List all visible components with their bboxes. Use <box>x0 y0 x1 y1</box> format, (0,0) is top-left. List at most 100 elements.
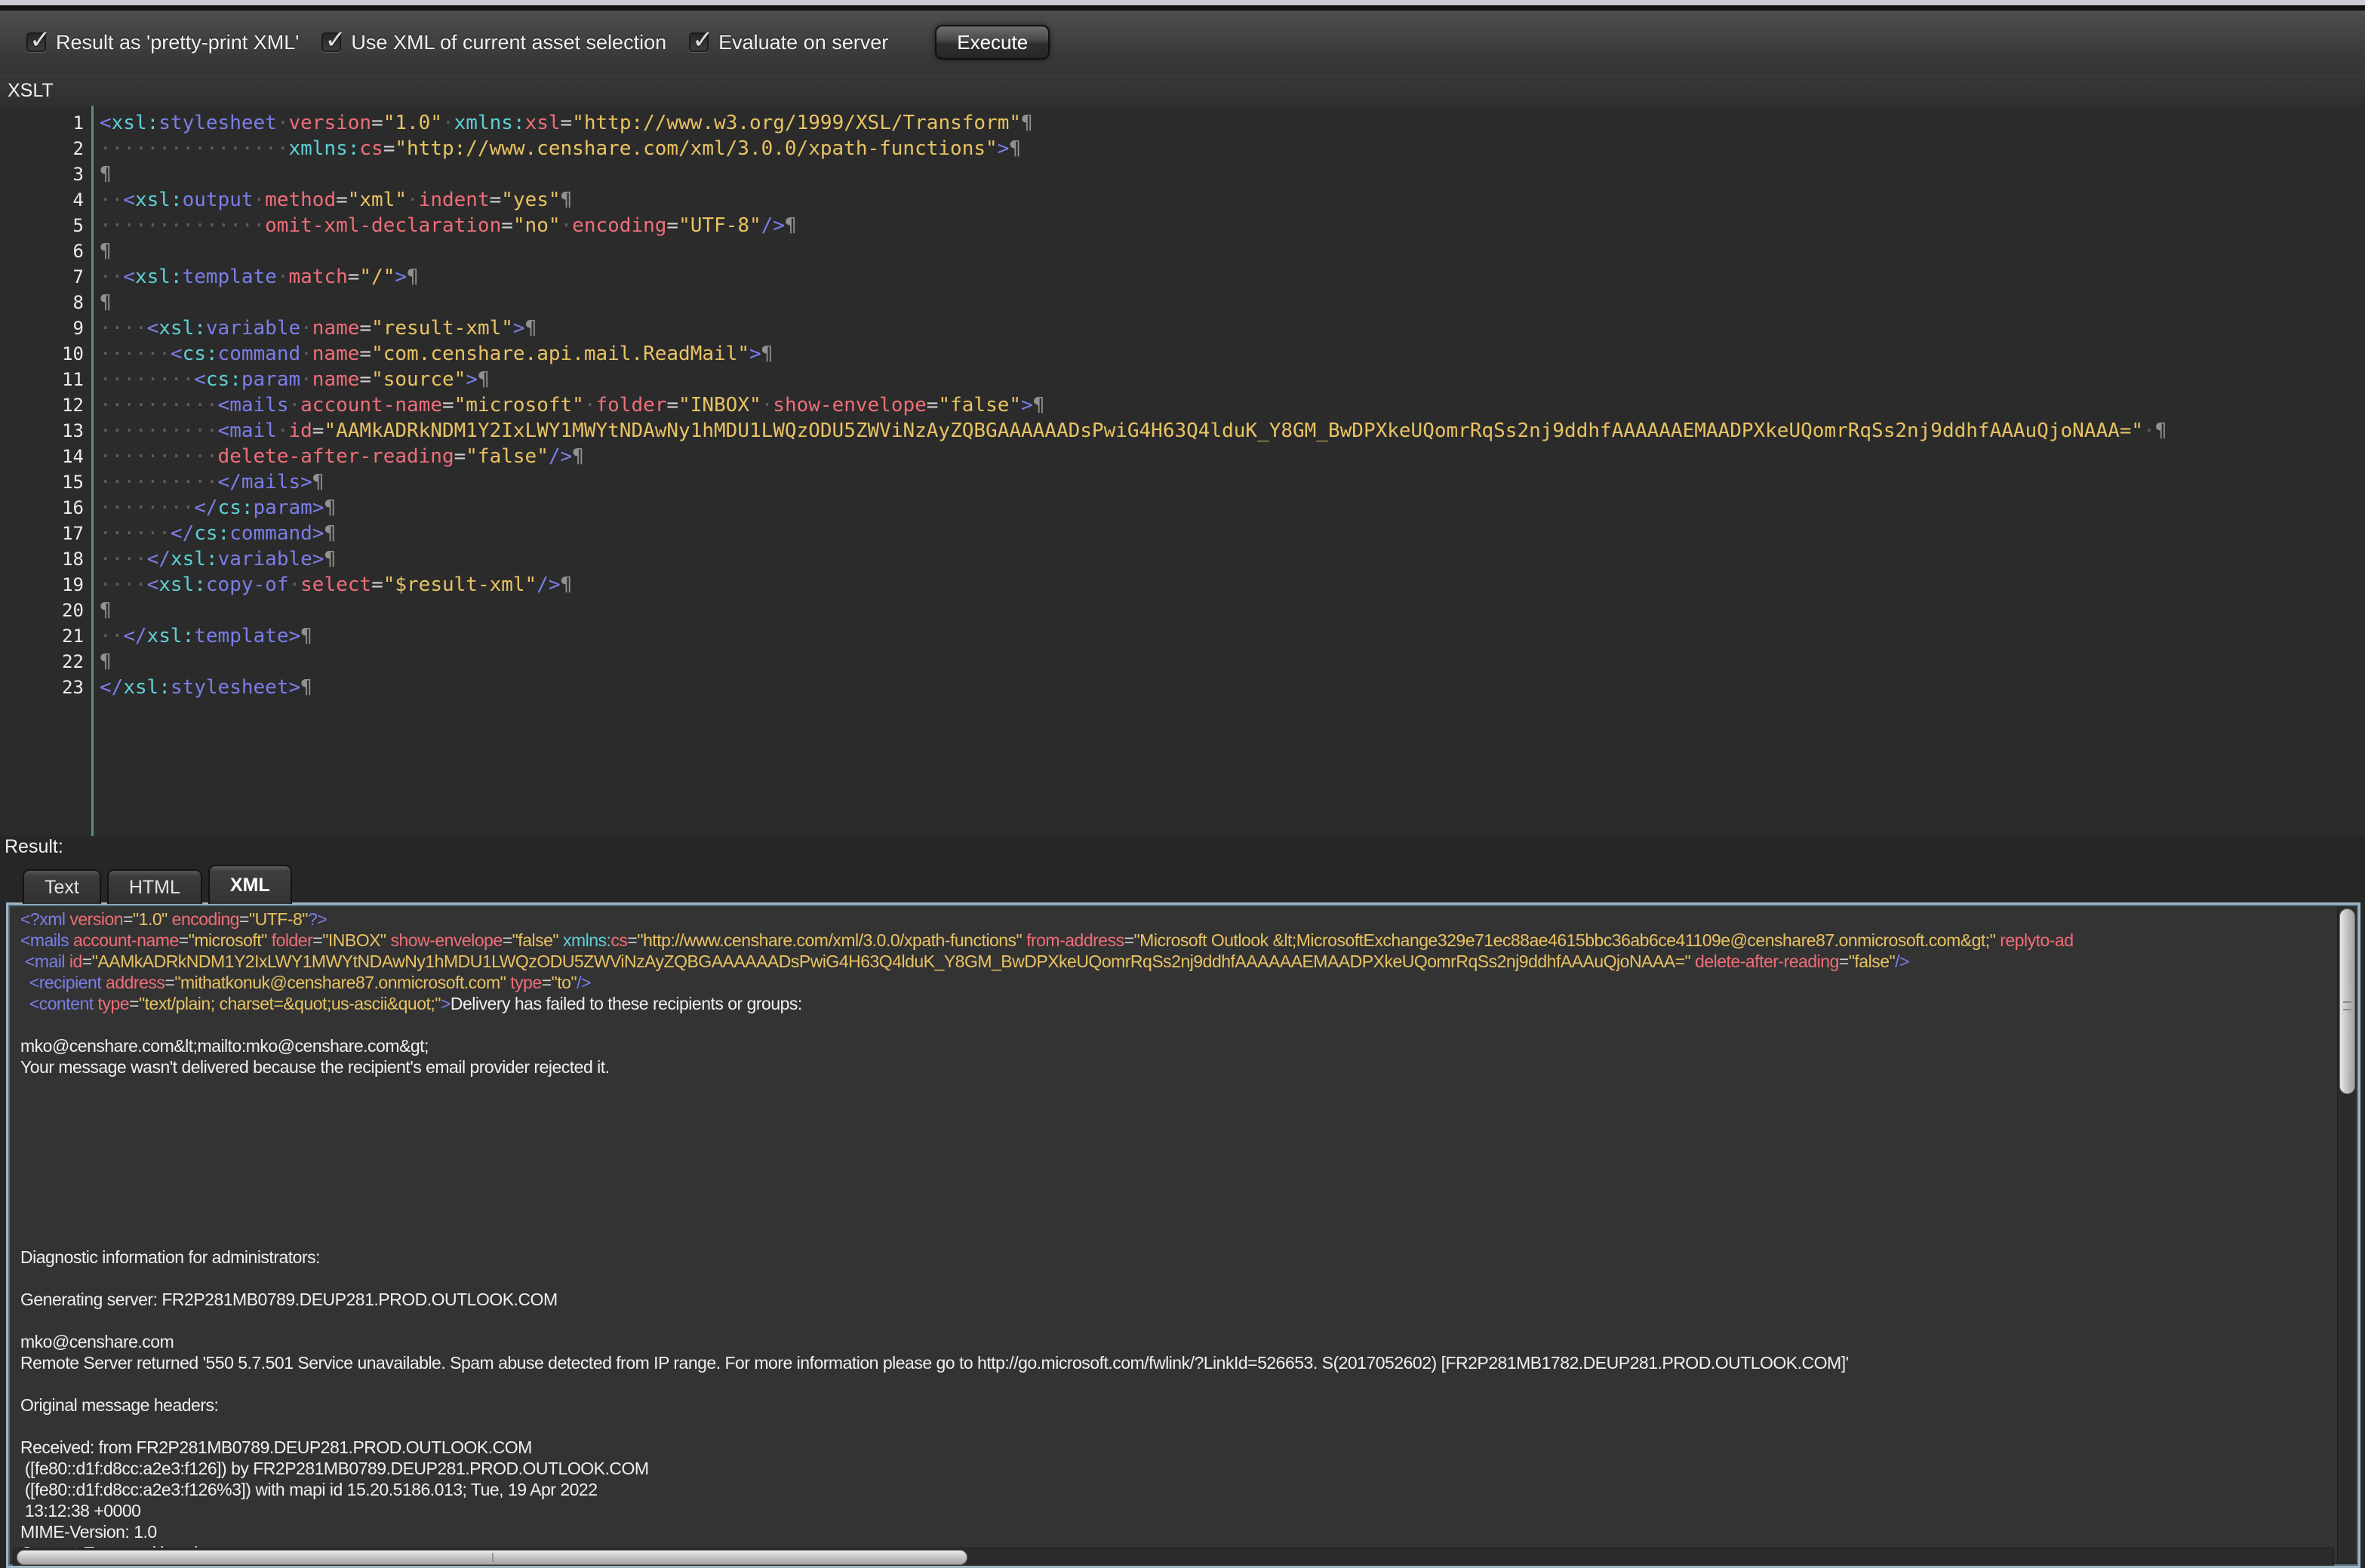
checkbox-0[interactable]: ✓ <box>26 32 46 52</box>
checkbox-1[interactable]: ✓ <box>321 32 341 52</box>
xslt-panel-label: XSLT <box>8 80 54 102</box>
code-token-v: "1.0" <box>383 112 442 134</box>
code-token-v: "INBOX" <box>678 394 761 417</box>
line-number: 2 <box>0 136 84 161</box>
tab-html[interactable]: HTML <box>107 869 202 904</box>
code-token-p: xmlns: <box>558 930 610 950</box>
code-line: ··············omit-xml-declaration="no"·… <box>100 213 2167 238</box>
code-token-a: xsl <box>525 112 561 134</box>
code-token-w: ·············· <box>100 214 265 237</box>
code-token-v: "1.0" <box>133 909 168 929</box>
code-token-t: command <box>218 343 301 365</box>
code-line: ······<cs:command·name="com.censhare.api… <box>100 341 2167 367</box>
code-token-v: "no" <box>513 214 561 237</box>
code-token-t: template> <box>194 625 300 647</box>
code-token-t: < <box>194 368 206 391</box>
code-token-w: · <box>277 420 289 442</box>
code-token-t: < <box>100 112 112 134</box>
code-token-w: · <box>300 368 312 391</box>
vertical-scrollbar-thumb[interactable] <box>2339 909 2355 1094</box>
code-token-t: </ <box>123 625 146 647</box>
code-token-a: id <box>288 420 312 442</box>
code-token-v: "AAMkADRkNDM1Y2IxLWY1MWYtNDAwNy1hMDU1LWQ… <box>324 420 2143 442</box>
result-line <box>20 1141 2334 1162</box>
line-number: 23 <box>0 675 84 700</box>
code-token-t: /> <box>1895 952 1909 971</box>
code-token-p: xmlns: <box>288 137 359 160</box>
code-token-x: Your message wasn't delivered because th… <box>20 1057 610 1077</box>
code-token-n: ¶ <box>1033 394 1045 417</box>
code-token-t: param> <box>254 497 324 519</box>
code-token-v: "false" <box>512 930 558 950</box>
horizontal-scrollbar-thumb[interactable] <box>17 1550 967 1565</box>
tab-text[interactable]: Text <box>23 869 101 904</box>
code-token-n: ¶ <box>324 522 336 545</box>
code-token-w: ···· <box>100 548 147 570</box>
code-token-w: · <box>254 189 266 211</box>
execute-button[interactable]: Execute <box>935 25 1050 60</box>
line-number-gutter: 1234567891011121314151617181920212223 <box>0 106 94 836</box>
code-token-t: < <box>147 573 159 596</box>
code-token-q: = <box>454 445 466 468</box>
code-token-a: from-address <box>1022 930 1124 950</box>
checkbox-group-2: ✓Evaluate on server <box>689 31 888 54</box>
code-line: ¶ <box>100 649 2167 675</box>
code-token-v: "INBOX" <box>322 930 386 950</box>
code-token-n: ¶ <box>324 497 336 519</box>
code-token-a: select <box>300 573 371 596</box>
code-token-t: > <box>441 994 451 1013</box>
line-number: 6 <box>0 238 84 264</box>
code-token-p: cs: <box>206 368 241 391</box>
code-token-t: <content <box>20 994 94 1013</box>
result-line: Your message wasn't delivered because th… <box>20 1056 2334 1078</box>
code-token-q: = <box>359 343 371 365</box>
code-line: ····<xsl:copy-of·select="$result-xml"/>¶ <box>100 572 2167 598</box>
vertical-scrollbar[interactable] <box>2337 906 2357 1564</box>
code-token-w: · <box>277 112 289 134</box>
code-token-v: "http://www.w3.org/1999/XSL/Transform" <box>572 112 1021 134</box>
checkbox-group-1: ✓Use XML of current asset selection <box>321 31 666 54</box>
code-token-w: ·········· <box>100 420 218 442</box>
code-token-w: · <box>288 394 300 417</box>
code-token-n: ¶ <box>407 266 419 288</box>
code-token-v: "AAMkADRkNDM1Y2IxLWY1MWYtNDAwNy1hMDU1LWQ… <box>92 952 1690 971</box>
result-xml-output[interactable]: <?xml version="1.0" encoding="UTF-8"?><m… <box>20 909 2334 1566</box>
code-token-n: ¶ <box>785 214 797 237</box>
code-token-v: "to" <box>552 973 577 992</box>
result-line <box>20 1268 2334 1289</box>
code-line: ¶ <box>100 161 2167 187</box>
result-line: Received: from FR2P281MB0789.DEUP281.PRO… <box>20 1437 2334 1458</box>
xslt-code-editor[interactable]: 1234567891011121314151617181920212223 <x… <box>0 106 2365 836</box>
result-line <box>20 1014 2334 1035</box>
result-line <box>20 1078 2334 1099</box>
code-token-t: < <box>171 343 183 365</box>
tab-xml[interactable]: XML <box>208 865 292 904</box>
code-token-n: ¶ <box>312 471 324 493</box>
code-token-n: ¶ <box>300 676 312 699</box>
code-token-w: · <box>407 189 419 211</box>
code-line: ····<xsl:variable·name="result-xml">¶ <box>100 315 2167 341</box>
horizontal-scrollbar[interactable] <box>13 1548 2334 1567</box>
code-token-q: = <box>501 214 513 237</box>
code-token-x: MIME-Version: 1.0 <box>20 1522 157 1542</box>
code-token-t: </mails> <box>218 471 312 493</box>
code-token-p: xsl: <box>158 573 206 596</box>
code-line: ··········<mails·account-name="microsoft… <box>100 392 2167 418</box>
code-token-t: <mails <box>20 930 69 950</box>
code-line: ¶ <box>100 238 2167 264</box>
result-line: <recipient address="mithatkonuk@censhare… <box>20 972 2334 993</box>
code-area[interactable]: <xsl:stylesheet·version="1.0"·xmlns:xsl=… <box>94 106 2167 836</box>
code-token-p: xsl: <box>135 266 183 288</box>
code-token-p: xmlns: <box>454 112 525 134</box>
code-token-t: param <box>241 368 300 391</box>
checkbox-2[interactable]: ✓ <box>689 32 709 52</box>
code-token-t: < <box>218 420 230 442</box>
checkmark-icon: ✓ <box>692 25 714 55</box>
code-token-n: ¶ <box>1021 112 1033 134</box>
code-token-t: template <box>183 266 277 288</box>
line-number: 21 <box>0 623 84 649</box>
checkmark-icon: ✓ <box>29 25 51 55</box>
code-token-t: > <box>749 343 761 365</box>
code-token-t: copy-of <box>206 573 289 596</box>
line-number: 5 <box>0 213 84 238</box>
